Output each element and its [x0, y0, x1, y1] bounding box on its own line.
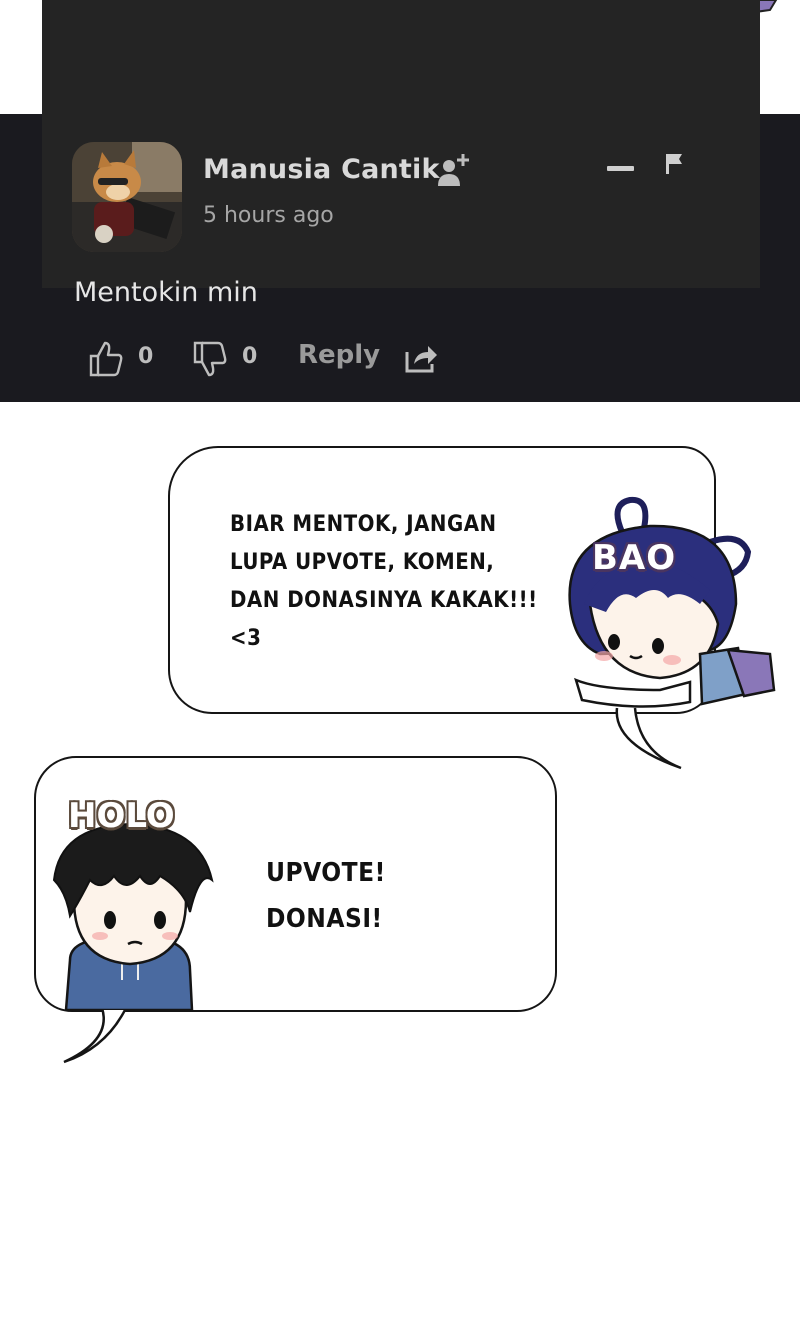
holo-dialogue: UPVOTE! DONASI! — [266, 850, 446, 942]
dialogue-line: LUPA UPVOTE, KOMEN, — [230, 550, 495, 575]
dislike-count: 0 — [242, 344, 258, 369]
dialogue-line: DONASI! — [266, 904, 383, 934]
flag-icon[interactable] — [664, 152, 686, 176]
like-count: 0 — [138, 344, 154, 369]
comment-author[interactable]: Manusia Cantik — [203, 154, 440, 185]
dialogue-line: DAN DONASINYA KAKAK!!! — [230, 588, 538, 613]
collapse-icon[interactable] — [607, 166, 634, 171]
dialogue-line: BIAR MENTOK, JANGAN — [230, 512, 497, 537]
follow-user-icon[interactable] — [436, 152, 472, 188]
share-icon[interactable] — [404, 342, 438, 374]
dialogue-line: UPVOTE! — [266, 858, 386, 888]
dog-avatar-icon — [72, 142, 182, 252]
speech-bubble-tail — [63, 1004, 128, 1064]
character-name-bao: BAO — [592, 538, 677, 578]
comment-body: Mentokin min — [74, 277, 258, 308]
thumbs-down-icon[interactable] — [192, 340, 228, 378]
speech-bubble-tail — [615, 706, 682, 770]
comment-timestamp: 5 hours ago — [203, 203, 334, 228]
reply-button[interactable]: Reply — [298, 340, 380, 370]
user-avatar[interactable] — [72, 142, 182, 252]
holo-character — [52, 822, 214, 1010]
dialogue-line: <3 — [230, 626, 262, 651]
character-name-holo: HOLO — [68, 796, 175, 836]
bao-dialogue: BIAR MENTOK, JANGAN LUPA UPVOTE, KOMEN, … — [230, 506, 560, 658]
thumbs-up-icon[interactable] — [88, 340, 124, 378]
bao-character — [568, 496, 776, 708]
